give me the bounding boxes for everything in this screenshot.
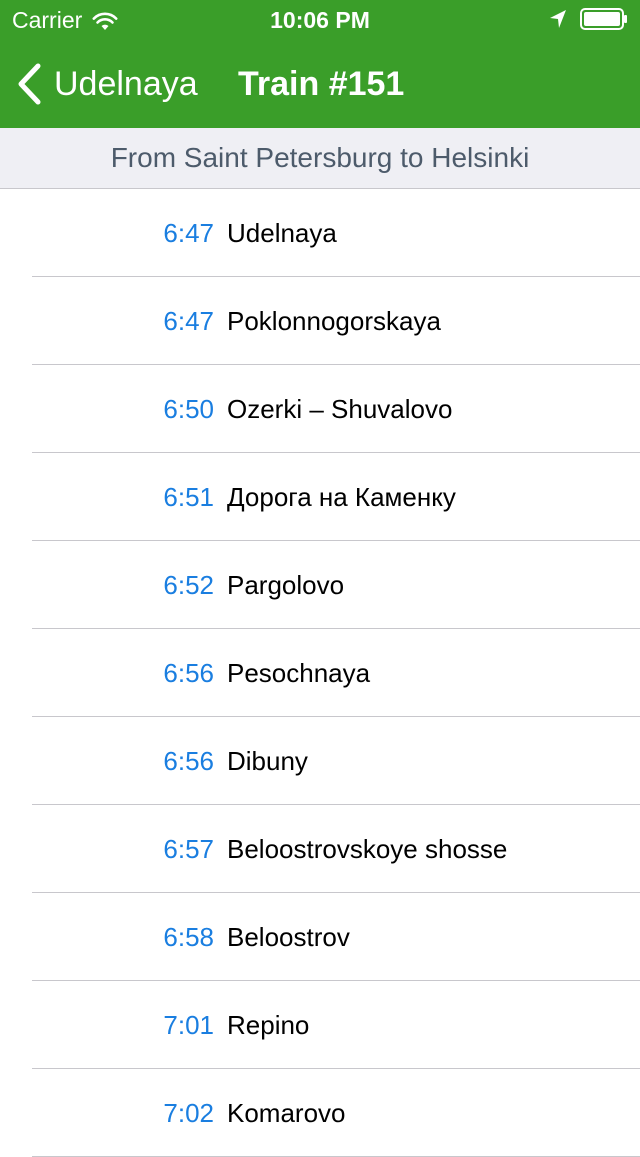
stop-row[interactable]: 6:57 Beloostrovskoye shosse [0,805,640,893]
route-header: From Saint Petersburg to Helsinki [0,128,640,189]
stop-name: Beloostrovskoye shosse [227,834,508,864]
chevron-left-icon [16,63,42,105]
stop-name: Dibuny [227,746,308,776]
stop-name: Poklonnogorskaya [227,306,441,336]
back-button-label: Udelnaya [54,65,198,103]
stop-time: 6:51 [163,482,214,512]
stop-time: 6:50 [163,394,214,424]
stop-row[interactable]: 6:47 Udelnaya [0,189,640,277]
stop-time: 6:57 [163,834,214,864]
navigation-bar: Udelnaya Train #151 [0,40,640,128]
stop-name: Beloostrov [227,922,350,952]
stop-row[interactable]: 6:56 Dibuny [0,717,640,805]
stop-list: 6:47 Udelnaya 6:47 Poklonnogorskaya 6:50 Ozer… [0,189,640,1157]
stop-row[interactable]: 6:58 Beloostrov [0,893,640,981]
stop-time: 6:47 [163,306,214,336]
battery-icon [580,8,628,30]
stop-name: Дорога на Каменку [227,482,456,512]
stop-row[interactable]: 6:52 Pargolovo [0,541,640,629]
stop-name: Udelnaya [227,218,337,248]
page-title: Train #151 [238,64,405,103]
status-time: 10:06 PM [270,7,370,33]
stop-name: Repino [227,1010,310,1040]
stop-row[interactable]: 6:50 Ozerki – Shuvalovo [0,365,640,453]
stop-row[interactable]: 7:01 Repino [0,981,640,1069]
status-right-icons [548,8,628,30]
stop-time: 6:52 [163,570,214,600]
stop-row[interactable]: 6:51 Дорога на Каменку [0,453,640,541]
stop-row[interactable]: 6:56 Pesochnaya [0,629,640,717]
stop-row[interactable]: 6:47 Poklonnogorskaya [0,277,640,365]
stop-row[interactable]: 7:02 Komarovo [0,1069,640,1157]
stop-name: Komarovo [227,1098,346,1128]
stop-time: 7:02 [163,1098,214,1128]
stop-name: Ozerki – Shuvalovo [227,394,453,424]
stop-name: Pesochnaya [227,658,371,688]
location-arrow-icon [548,8,568,30]
stop-time: 6:56 [163,746,214,776]
back-button[interactable]: Udelnaya [16,40,198,128]
stop-time: 7:01 [163,1010,214,1040]
stop-time: 6:47 [163,218,214,248]
top-bar: Carrier 10:06 PM Udelnaya Train #151 [0,0,640,128]
stop-time: 6:58 [163,922,214,952]
status-bar: Carrier 10:06 PM [0,0,640,40]
stop-name: Pargolovo [227,570,345,600]
stop-time: 6:56 [163,658,214,688]
